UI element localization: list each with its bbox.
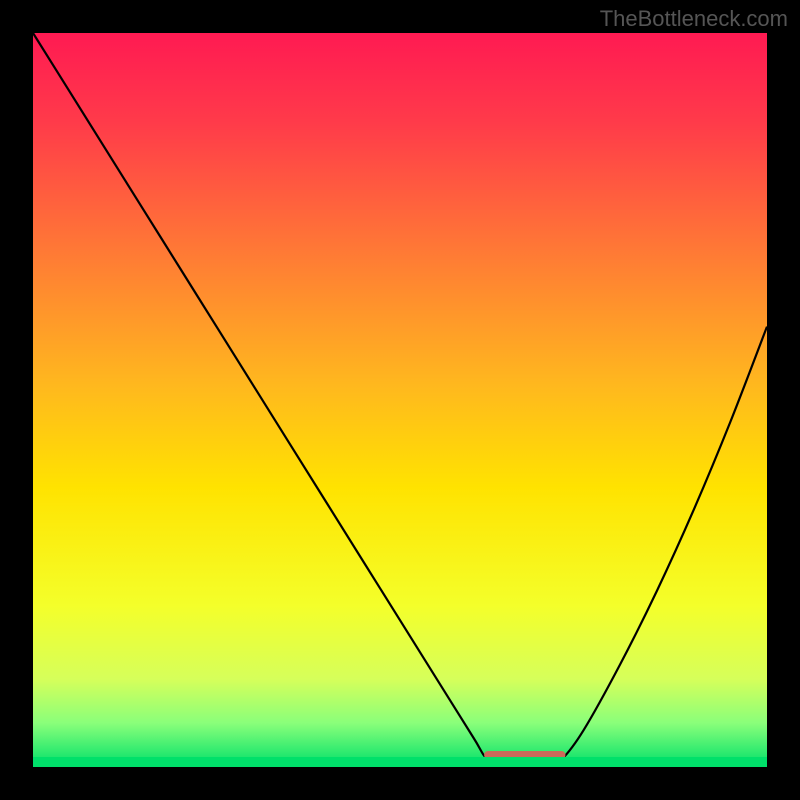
watermark-text: TheBottleneck.com bbox=[600, 6, 788, 32]
bottom-green-bar bbox=[33, 757, 767, 767]
bottleneck-curve bbox=[33, 33, 767, 767]
plot-area bbox=[33, 33, 767, 767]
